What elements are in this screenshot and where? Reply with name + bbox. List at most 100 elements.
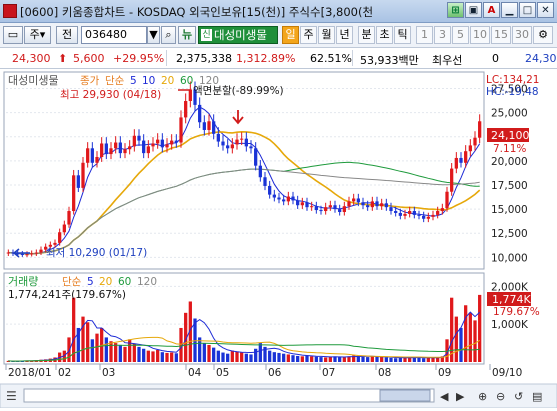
- candle: [95, 156, 99, 163]
- reset-icon[interactable]: ↺: [514, 390, 523, 403]
- period-year[interactable]: 년: [336, 26, 353, 44]
- volume-bar: [328, 356, 332, 362]
- interval-30[interactable]: 30: [512, 26, 532, 44]
- candle: [39, 249, 43, 253]
- candle: [272, 194, 276, 198]
- best-value-2: 24,30: [525, 52, 557, 65]
- volume-bar: [478, 294, 482, 362]
- candle: [464, 151, 468, 163]
- candle: [109, 148, 113, 155]
- candle: [258, 165, 262, 178]
- type-select-label: 주: [29, 28, 40, 41]
- split-annotation: 액면분할(-89.99%): [193, 85, 284, 97]
- period-day[interactable]: 일: [282, 26, 299, 44]
- period-week[interactable]: 주: [300, 26, 317, 44]
- prev-button[interactable]: 전: [56, 26, 78, 44]
- volume-bar: [282, 353, 286, 362]
- candle: [156, 139, 160, 144]
- best-bid-label: 최우선: [432, 54, 463, 67]
- window-controls: ⊞ ▣ A ▁ □ ✕: [447, 2, 554, 18]
- candle: [384, 203, 388, 208]
- y-tick-label: 17,500: [491, 180, 528, 192]
- volume-bar: [156, 349, 160, 362]
- zoom-in-icon[interactable]: ⊕: [478, 390, 487, 403]
- scroll-right-icon[interactable]: ▶: [456, 390, 465, 403]
- candle: [30, 253, 34, 255]
- high-annotation: 최고 29,930 (04/18): [60, 89, 161, 101]
- period-minute[interactable]: 분: [358, 26, 375, 44]
- candle: [188, 89, 192, 102]
- candle: [342, 206, 346, 212]
- candle: [319, 210, 323, 212]
- candle: [160, 139, 164, 148]
- volume-bar: [235, 351, 239, 362]
- candle: [450, 168, 454, 192]
- type-select[interactable]: 주▾: [24, 26, 51, 44]
- code-dropdown-button[interactable]: ▼: [147, 26, 160, 44]
- volume-bar: [389, 357, 393, 362]
- window-option-icon[interactable]: ▣: [465, 2, 482, 18]
- candle: [375, 201, 379, 207]
- minimize-button[interactable]: ▁: [501, 2, 518, 18]
- scroll-left-icon[interactable]: ◀: [440, 390, 449, 403]
- candle: [305, 202, 309, 208]
- volume-bar: [132, 343, 136, 362]
- options-icon[interactable]: ▤: [532, 390, 542, 403]
- legend-item: 단순: [62, 276, 82, 288]
- volume-bar: [464, 305, 468, 362]
- interval-1[interactable]: 1: [416, 26, 433, 44]
- volume-bar: [394, 358, 398, 362]
- candle: [146, 146, 150, 154]
- candle: [333, 205, 337, 210]
- chart-svg[interactable]: 27,50025,00022,50020,00017,50015,00012,5…: [0, 70, 557, 409]
- interval-5[interactable]: 5: [452, 26, 469, 44]
- candle: [86, 148, 90, 163]
- candle: [468, 145, 472, 152]
- candle: [123, 149, 127, 154]
- current-price: 24,300: [12, 52, 51, 65]
- best-value-1: 0: [492, 52, 499, 65]
- search-icon[interactable]: ⌕: [161, 26, 176, 44]
- volume-bar: [324, 357, 328, 362]
- interval-3[interactable]: 3: [434, 26, 451, 44]
- fit-icon[interactable]: ⊞: [447, 2, 464, 18]
- legend-item: 20: [99, 276, 112, 288]
- period-tick[interactable]: 틱: [394, 26, 411, 44]
- candle: [473, 137, 477, 146]
- volume-bar: [338, 357, 342, 362]
- zoom-out-icon[interactable]: ⊖: [496, 390, 505, 403]
- stock-name-field[interactable]: 신 대성미생물: [198, 26, 278, 44]
- stock-code-input[interactable]: 036480: [81, 26, 147, 44]
- scrollbar-track[interactable]: [23, 388, 435, 403]
- close-button[interactable]: ✕: [537, 2, 554, 18]
- chart-area[interactable]: 27,50025,00022,50020,00017,50015,00012,5…: [0, 70, 557, 409]
- layout-icon[interactable]: ▭: [3, 26, 23, 44]
- volume-bar: [254, 348, 258, 362]
- candle: [132, 135, 136, 147]
- maximize-button[interactable]: □: [519, 2, 536, 18]
- volume-bar: [300, 356, 304, 362]
- volume-bar: [249, 354, 253, 362]
- period-second[interactable]: 초: [376, 26, 393, 44]
- candle: [165, 144, 169, 148]
- volume-bar: [95, 333, 99, 362]
- scrollbar-thumb[interactable]: [379, 389, 431, 402]
- period-month[interactable]: 월: [318, 26, 335, 44]
- x-tick-label: 08: [378, 367, 391, 379]
- volume-bar: [380, 357, 384, 362]
- last-pct-label: 7.11%: [493, 143, 526, 155]
- hand-icon[interactable]: ☰: [6, 389, 17, 403]
- candle: [244, 138, 248, 147]
- candle: [431, 214, 435, 217]
- news-button[interactable]: 뉴: [178, 26, 196, 44]
- font-a-icon[interactable]: A: [483, 2, 500, 18]
- volume-bar: [240, 352, 244, 362]
- legend-item: 단순: [105, 75, 125, 87]
- candle: [207, 121, 211, 130]
- interval-15[interactable]: 15: [491, 26, 511, 44]
- interval-10[interactable]: 10: [470, 26, 490, 44]
- x-tick-label: 03: [102, 367, 115, 379]
- settings-icon[interactable]: ⚙: [533, 26, 553, 44]
- chart-title: 대성미생물: [8, 74, 59, 87]
- volume-bar: [286, 354, 290, 362]
